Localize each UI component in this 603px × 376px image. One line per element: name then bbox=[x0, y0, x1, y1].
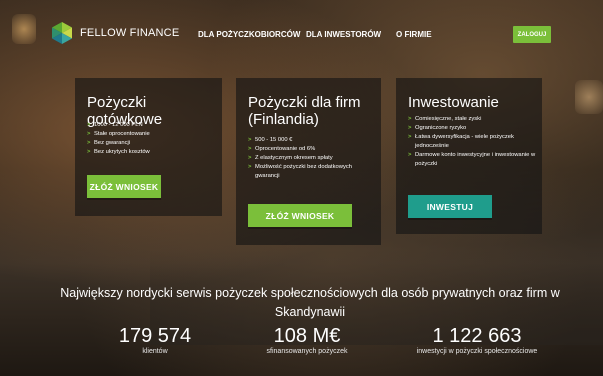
logo-text[interactable]: FELLOW FINANCE bbox=[80, 27, 179, 39]
card-business-loans: Pożyczki dla firm (Finlandia) 500 - 15 0… bbox=[236, 78, 381, 245]
hero-tagline: Największy nordycki serwis pożyczek społ… bbox=[60, 285, 560, 319]
card-title: Inwestowanie bbox=[408, 94, 499, 111]
site-header: FELLOW FINANCE DLA POŻYCZKOBIORCÓW DLA I… bbox=[0, 0, 603, 70]
nav-about[interactable]: O FIRMIE bbox=[396, 30, 432, 39]
stat-financed: 108 M€ sfinansowanych pożyczek bbox=[242, 325, 372, 356]
nav-borrowers[interactable]: DLA POŻYCZKOBIORCÓW bbox=[198, 30, 300, 39]
fellow-finance-logo-icon[interactable] bbox=[52, 22, 72, 44]
feature-item: 1000 - 12 000 PLN bbox=[87, 121, 217, 130]
stat-value: 179 574 bbox=[118, 325, 192, 347]
feature-list: 500 - 15 000 € Oprocentowanie od 6% Z el… bbox=[248, 136, 376, 181]
stat-investments: 1 122 663 inwestycji w pożyczki społeczn… bbox=[392, 325, 562, 356]
card-investing: Inwestowanie Comiesięczne, stałe zyski O… bbox=[396, 78, 542, 234]
feature-item: Comiesięczne, stałe zyski bbox=[408, 115, 536, 124]
feature-item: Oprocentowanie od 6% bbox=[248, 145, 376, 154]
feature-item: Bez gwarancji bbox=[87, 139, 217, 148]
feature-list: 1000 - 12 000 PLN Stałe oprocentowanie B… bbox=[87, 121, 217, 157]
feature-item: Z elastycznym okresem spłaty bbox=[248, 154, 376, 163]
stat-value: 1 122 663 bbox=[432, 325, 522, 347]
apply-button[interactable]: ZŁÓŻ WNIOSEK bbox=[87, 175, 161, 198]
nav-investors[interactable]: DLA INWESTORÓW bbox=[306, 30, 381, 39]
feature-item: Stałe oprocentowanie bbox=[87, 130, 217, 139]
feature-item: 500 - 15 000 € bbox=[248, 136, 376, 145]
feature-item: Bez ukrytych kosztów bbox=[87, 148, 217, 157]
stat-clients: 179 574 klientów bbox=[100, 325, 210, 356]
feature-item: Ograniczone ryzyko bbox=[408, 124, 536, 133]
feature-item: Darmowe konto inwestycyjne i inwestowani… bbox=[408, 151, 536, 169]
login-button[interactable]: ZALOGUJ bbox=[513, 26, 551, 43]
apply-button[interactable]: ZŁÓŻ WNIOSEK bbox=[248, 204, 352, 227]
card-title: Pożyczki dla firm (Finlandia) bbox=[248, 94, 361, 128]
stat-label: sfinansowanych pożyczek bbox=[266, 348, 348, 355]
card-cash-loans: Pożyczki gotówkowe 1000 - 12 000 PLN Sta… bbox=[75, 78, 222, 216]
feature-list: Comiesięczne, stałe zyski Ograniczone ry… bbox=[408, 115, 536, 169]
stat-label: inwestycji w pożyczki społecznościowe bbox=[416, 348, 538, 355]
feature-item: Możliwość pożyczki bez dodatkowych gwara… bbox=[248, 163, 376, 181]
background-lamp bbox=[575, 80, 603, 114]
stat-value: 108 M€ bbox=[273, 325, 341, 347]
feature-item: Łatwa dywersyfikacja - wiele pożyczek je… bbox=[408, 133, 536, 151]
stat-label: klientów bbox=[142, 348, 168, 355]
invest-button[interactable]: INWESTUJ bbox=[408, 195, 492, 218]
